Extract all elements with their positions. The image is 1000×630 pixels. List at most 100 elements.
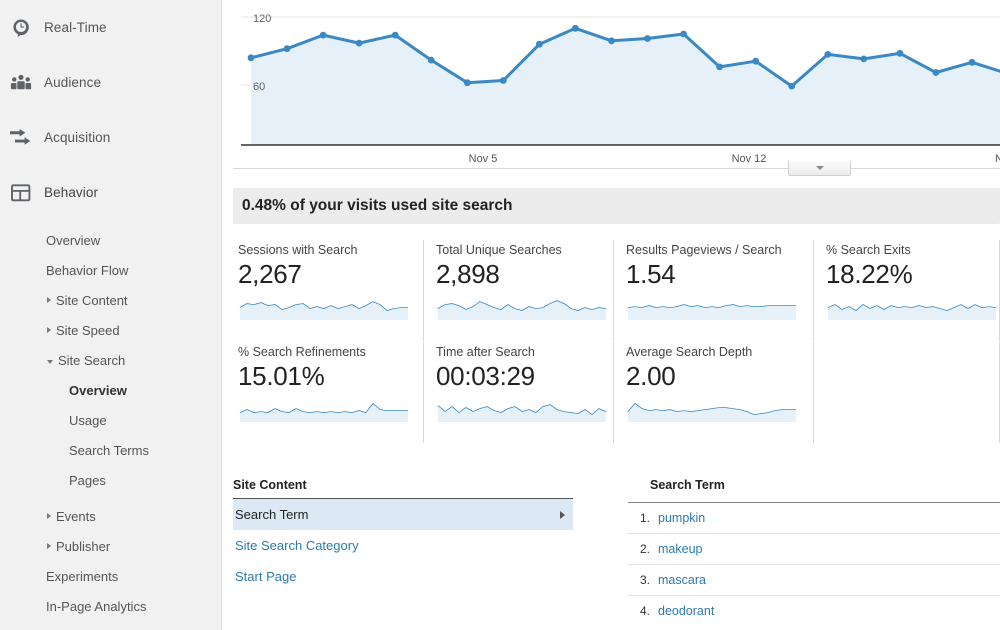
chart-point[interactable] [968, 58, 976, 66]
bottom-section: Site Content Search Term Site Search Cat… [223, 470, 1000, 630]
sidebar-sub-label: Overview [69, 382, 127, 398]
row-term-link[interactable]: makeup [658, 542, 702, 556]
metric-label: Total Unique Searches [436, 243, 562, 257]
site-content-item-start-page[interactable]: Start Page [233, 561, 573, 592]
sidebar-item-site-content[interactable]: Site Content [0, 285, 221, 315]
metric-percent-search-exits[interactable]: % Search Exits 18.22% [813, 240, 1000, 341]
metrics-row-2: % Search Refinements 15.01% Time after S… [233, 342, 1000, 443]
table-row[interactable]: 2. makeup [628, 533, 1000, 564]
chart-point[interactable] [319, 31, 327, 39]
chart-point[interactable] [644, 35, 651, 42]
sessions-chart[interactable]: 120 60 Nov 5 Nov 12 N [233, 0, 1000, 165]
chart-point[interactable] [680, 30, 687, 38]
sidebar-sub-label: Events [56, 508, 96, 524]
sidebar-item-events[interactable]: Events [0, 501, 221, 531]
sidebar-item-site-search-overview[interactable]: Overview [0, 375, 221, 405]
chart-point[interactable] [752, 57, 760, 65]
site-content-item-label: Search Term [235, 507, 309, 522]
sidebar-label: Acquisition [44, 130, 111, 145]
chart-point[interactable] [896, 49, 904, 57]
chart-point[interactable] [716, 63, 723, 71]
table-row[interactable]: 1. pumpkin [628, 502, 1000, 533]
search-term-table-header: Search Term [650, 478, 725, 492]
chevron-down-icon [47, 360, 53, 364]
chart-point[interactable] [860, 55, 868, 63]
x-tick-1: Nov 12 [732, 153, 767, 165]
search-term-table: Search Term 1. pumpkin 2. makeup 3. masc… [628, 478, 1000, 626]
sparkline [827, 304, 997, 320]
sidebar-item-pages[interactable]: Pages [0, 465, 221, 495]
sidebar-sub-label: Site Content [56, 292, 128, 308]
sparkline [627, 304, 796, 320]
layout-icon [4, 180, 38, 206]
chart-point[interactable] [391, 31, 399, 39]
site-search-banner: 0.48% of your visits used site search [233, 188, 1000, 224]
chart-point[interactable] [427, 56, 435, 64]
sidebar-sub-label: Behavior Flow [46, 262, 129, 278]
metric-total-unique-searches[interactable]: Total Unique Searches 2,898 [423, 240, 613, 341]
chart-point[interactable] [463, 79, 471, 87]
row-term-link[interactable]: pumpkin [658, 511, 705, 525]
metric-label: Time after Search [436, 345, 535, 359]
sidebar-label: Real-Time [44, 20, 107, 35]
row-term-link[interactable]: deodorant [658, 604, 714, 618]
metric-value: 18.22% [826, 259, 913, 289]
sidebar-item-behavior-flow[interactable]: Behavior Flow [0, 255, 221, 285]
site-content-item-site-search-category[interactable]: Site Search Category [233, 530, 573, 561]
chart-point[interactable] [283, 45, 291, 53]
metrics-grid: Sessions with Search 2,267 Total Unique … [233, 240, 1000, 443]
row-term-link[interactable]: mascara [658, 573, 706, 587]
sidebar-sub-label: Search Terms [69, 442, 149, 458]
sidebar-item-acquisition[interactable]: Acquisition [0, 110, 221, 165]
metric-average-search-depth[interactable]: Average Search Depth 2.00 [613, 342, 813, 443]
sidebar-sub-label: Pages [69, 472, 106, 488]
sidebar-item-overview[interactable]: Overview [0, 225, 221, 255]
sidebar-item-site-speed[interactable]: Site Speed [0, 315, 221, 345]
metric-value: 2,898 [436, 259, 500, 289]
sidebar-item-search-terms[interactable]: Search Terms [0, 435, 221, 465]
chart-point[interactable] [788, 82, 796, 90]
metric-value: 1.54 [626, 259, 676, 289]
chart-svg: 120 60 [241, 13, 1000, 146]
metric-results-pageviews-per-search[interactable]: Results Pageviews / Search 1.54 [613, 240, 813, 341]
row-index: 4. [639, 604, 650, 618]
chart-point[interactable] [824, 51, 832, 58]
table-row[interactable]: 4. deodorant [628, 595, 1000, 626]
chart-point[interactable] [536, 40, 543, 48]
sidebar-item-audience[interactable]: Audience [0, 55, 221, 110]
chart-point[interactable] [355, 39, 363, 47]
chart-point[interactable] [499, 77, 507, 84]
sidebar-item-usage[interactable]: Usage [0, 405, 221, 435]
metric-value: 2.00 [626, 361, 676, 391]
sidebar-item-behavior[interactable]: Behavior [0, 165, 221, 220]
metric-label: Average Search Depth [626, 345, 753, 359]
chart-point[interactable] [932, 69, 940, 76]
metric-time-after-search[interactable]: Time after Search 00:03:29 [423, 342, 613, 443]
sidebar-item-publisher[interactable]: Publisher [0, 531, 221, 561]
metric-label: Results Pageviews / Search [626, 243, 782, 257]
metric-label: Sessions with Search [238, 243, 358, 257]
sidebar-sub-label: In-Page Analytics [46, 598, 147, 614]
site-content-item-search-term[interactable]: Search Term [233, 499, 573, 530]
chart-collapse-button[interactable] [788, 161, 851, 176]
sparkline [437, 300, 607, 320]
chevron-down-icon [815, 166, 824, 170]
chart-point[interactable] [247, 54, 255, 62]
sidebar-item-real-time[interactable]: Real-Time [0, 0, 221, 55]
people-icon [4, 70, 38, 96]
metric-value: 2,267 [238, 259, 302, 289]
row-index: 2. [639, 542, 650, 556]
sidebar-item-experiments[interactable]: Experiments [0, 561, 221, 591]
chevron-right-icon [47, 297, 51, 303]
sidebar: Real-Time Audience Acquisition Behavior … [0, 0, 222, 630]
behavior-submenu: Overview Behavior Flow Site Content Site… [0, 225, 221, 621]
sidebar-sub-label: Publisher [56, 538, 111, 554]
metric-sessions-with-search[interactable]: Sessions with Search 2,267 [233, 240, 423, 341]
metric-percent-search-refinements[interactable]: % Search Refinements 15.01% [233, 342, 423, 443]
site-content-item-label: Site Search Category [235, 538, 359, 553]
sidebar-item-in-page-analytics[interactable]: In-Page Analytics [0, 591, 221, 621]
chart-point[interactable] [608, 37, 615, 45]
table-row[interactable]: 3. mascara [628, 564, 1000, 595]
sidebar-item-site-search[interactable]: Site Search [0, 345, 221, 375]
chart-point[interactable] [572, 24, 579, 32]
